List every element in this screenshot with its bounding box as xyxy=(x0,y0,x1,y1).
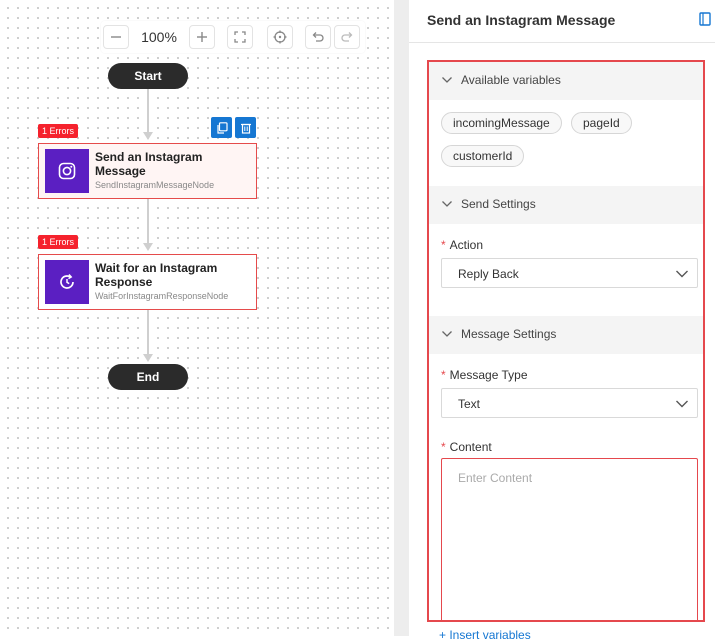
start-node[interactable]: Start xyxy=(108,63,188,89)
section-label: Message Settings xyxy=(461,327,557,341)
fit-view-button[interactable] xyxy=(227,25,253,49)
error-badge: 1 Errors xyxy=(38,124,79,138)
node-icon-box xyxy=(45,260,89,304)
trash-icon xyxy=(240,123,251,134)
content-textarea[interactable]: Enter Content xyxy=(441,458,698,620)
node-title: Send an Instagram Message xyxy=(95,150,203,178)
settings-panel: Send an Instagram Message Available vari… xyxy=(409,0,715,642)
end-node[interactable]: End xyxy=(108,364,188,390)
section-send-settings[interactable]: Send Settings xyxy=(429,186,703,224)
flow-node-send-message[interactable]: Send an Instagram Message SendInstagramM… xyxy=(38,143,257,199)
section-message-settings[interactable]: Message Settings xyxy=(429,316,703,354)
variable-tag-customerId[interactable]: customerId xyxy=(441,145,525,167)
flow-node-wait-response[interactable]: Wait for an Instagram Response WaitForIn… xyxy=(38,254,257,310)
node-title: Wait for an Instagram Response xyxy=(95,261,218,289)
node-icon-box xyxy=(45,149,89,193)
plus-icon xyxy=(197,32,207,42)
node-subtitle: WaitForInstagramResponseNode xyxy=(95,291,229,301)
zoom-out-button[interactable] xyxy=(103,25,129,49)
redo-button[interactable] xyxy=(334,25,360,49)
copy-icon xyxy=(216,121,228,134)
fit-screen-icon xyxy=(234,31,246,43)
action-select-value: Reply Back xyxy=(458,267,519,281)
connector-line xyxy=(147,89,149,133)
chevron-down-icon xyxy=(676,400,688,408)
instagram-icon xyxy=(58,162,76,180)
docs-button[interactable] xyxy=(699,12,712,32)
settings-form: Available variables incomingMessage page… xyxy=(427,60,705,622)
center-view-button[interactable] xyxy=(267,25,293,49)
message-type-value: Text xyxy=(458,397,481,411)
insert-variables-link[interactable]: + Insert variables xyxy=(439,628,531,642)
panel-header: Send an Instagram Message xyxy=(409,0,715,43)
action-label: * Action xyxy=(441,238,484,252)
connector-arrow xyxy=(143,243,153,251)
undo-icon xyxy=(312,32,324,42)
section-available-variables[interactable]: Available variables xyxy=(429,62,703,100)
message-type-select[interactable]: Text xyxy=(441,388,698,418)
workflow-canvas[interactable]: 100% Start 1 Errors Send an Instagram Me… xyxy=(0,0,394,636)
canvas-toolbar: 100% xyxy=(101,21,365,53)
content-label: * Content xyxy=(441,440,492,454)
crosshair-icon xyxy=(273,30,287,44)
chevron-down-icon xyxy=(676,270,688,278)
variable-tag-incomingMessage[interactable]: incomingMessage xyxy=(441,112,562,134)
content-placeholder: Enter Content xyxy=(458,471,533,485)
error-badge: 1 Errors xyxy=(38,235,79,249)
panel-title: Send an Instagram Message xyxy=(427,12,616,28)
connector-arrow xyxy=(143,354,153,362)
connector-line xyxy=(147,199,149,243)
panel-divider xyxy=(394,0,409,636)
zoom-in-button[interactable] xyxy=(189,25,215,49)
connector-arrow xyxy=(143,132,153,140)
chevron-down-icon xyxy=(442,201,452,207)
book-icon xyxy=(699,12,711,26)
chevron-down-icon xyxy=(442,331,452,337)
redo-icon xyxy=(341,32,353,42)
variable-tag-pageId[interactable]: pageId xyxy=(571,112,632,134)
connector-line xyxy=(147,310,149,355)
action-select[interactable]: Reply Back xyxy=(441,258,698,288)
zoom-level: 100% xyxy=(141,29,177,45)
chevron-down-icon xyxy=(442,77,452,83)
section-label: Available variables xyxy=(461,73,561,87)
delete-node-button[interactable] xyxy=(235,117,256,138)
message-type-label: * Message Type xyxy=(441,368,528,382)
refresh-clock-icon xyxy=(60,274,74,289)
minus-icon xyxy=(111,36,121,38)
copy-node-button[interactable] xyxy=(211,117,232,138)
undo-button[interactable] xyxy=(305,25,331,49)
node-subtitle: SendInstagramMessageNode xyxy=(95,180,215,190)
section-label: Send Settings xyxy=(461,197,536,211)
